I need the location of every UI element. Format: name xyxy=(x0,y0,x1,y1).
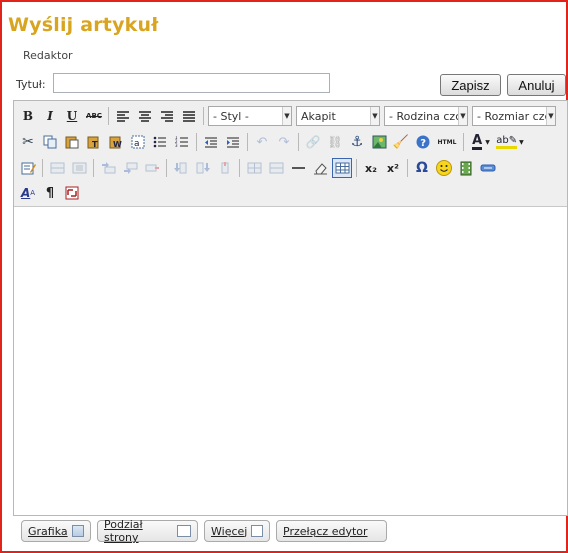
bullet-list-icon[interactable] xyxy=(150,132,170,152)
link-icon[interactable]: 🔗 xyxy=(303,132,323,152)
delete-col-icon[interactable] xyxy=(215,158,235,178)
bold-button[interactable]: B xyxy=(18,106,38,126)
italic-button[interactable]: I xyxy=(40,106,60,126)
editor-content-area[interactable] xyxy=(14,208,567,515)
cleanup-icon[interactable]: 🧹 xyxy=(391,132,411,152)
editor-subtitle: Redaktor xyxy=(23,49,73,62)
toggle-editor-button[interactable]: Przełącz edytor xyxy=(276,520,387,542)
title-input[interactable] xyxy=(53,73,330,93)
page-title: Wyślij artykuł xyxy=(8,14,159,36)
page-break-button[interactable]: Podział strony xyxy=(97,518,198,544)
show-blocks-icon[interactable]: ¶ xyxy=(40,183,60,203)
rich-text-editor: B I U ABC - Styl - ▼ Akapit ▼ - Rodzina … xyxy=(13,100,568,516)
editor-bottom-bar: Grafika Podział strony Więcej Przełącz e… xyxy=(21,518,387,544)
highlight-color-icon[interactable]: ab✎ ▼ xyxy=(496,132,524,152)
subscript-button[interactable]: x₂ xyxy=(361,158,381,178)
format-select[interactable]: Akapit ▼ xyxy=(296,106,380,126)
paste-word-icon[interactable]: W xyxy=(106,132,126,152)
select-all-icon[interactable]: a xyxy=(128,132,148,152)
insert-row-before-icon[interactable] xyxy=(98,158,118,178)
window-frame: Wyślij artykuł Redaktor Tytuł: Zapisz An… xyxy=(0,0,568,553)
insert-col-after-icon[interactable] xyxy=(193,158,213,178)
anchor-icon[interactable]: ⚓ xyxy=(347,132,367,152)
fullscreen-icon[interactable] xyxy=(62,183,82,203)
page-break-icon[interactable] xyxy=(478,158,498,178)
paste-icon[interactable] xyxy=(62,132,82,152)
align-justify-icon[interactable] xyxy=(179,106,199,126)
horizontal-rule-icon[interactable] xyxy=(288,158,308,178)
html-source-icon[interactable]: HTML xyxy=(435,132,459,152)
indent-icon[interactable] xyxy=(223,132,243,152)
read-more-icon xyxy=(251,525,263,537)
image-button[interactable]: Grafika xyxy=(21,520,91,542)
font-family-select[interactable]: - Rodzina czcionki -▼ xyxy=(384,106,468,126)
media-icon[interactable] xyxy=(456,158,476,178)
text-color-icon[interactable]: A ▼ xyxy=(468,132,494,152)
paste-text-icon[interactable]: T xyxy=(84,132,104,152)
edit-note-icon[interactable] xyxy=(18,158,38,178)
insert-row-after-icon[interactable] xyxy=(120,158,140,178)
undo-icon[interactable]: ↶ xyxy=(252,132,272,152)
strikethrough-button[interactable]: ABC xyxy=(84,106,104,126)
cut-icon[interactable]: ✂ xyxy=(18,132,38,152)
copy-icon[interactable] xyxy=(40,132,60,152)
more-button[interactable]: Więcej xyxy=(204,520,270,542)
numbered-list-icon[interactable]: 123 xyxy=(172,132,192,152)
delete-row-icon[interactable] xyxy=(142,158,162,178)
merge-cells-icon[interactable] xyxy=(266,158,286,178)
superscript-button[interactable]: x² xyxy=(383,158,403,178)
svg-text:a: a xyxy=(134,139,140,149)
svg-text:W: W xyxy=(113,140,122,149)
save-button[interactable]: Zapisz xyxy=(440,74,501,96)
image-icon xyxy=(71,525,84,537)
styles-icon[interactable]: AA xyxy=(18,183,38,203)
table-row-props-icon[interactable] xyxy=(47,158,67,178)
align-left-icon[interactable] xyxy=(113,106,133,126)
unlink-icon[interactable]: ⛓ xyxy=(325,132,345,152)
insert-col-before-icon[interactable] xyxy=(171,158,191,178)
remove-format-icon[interactable] xyxy=(310,158,330,178)
underline-button[interactable]: U xyxy=(62,106,82,126)
align-center-icon[interactable] xyxy=(135,106,155,126)
page-icon xyxy=(176,525,191,537)
svg-text:?: ? xyxy=(420,138,426,149)
cancel-button[interactable]: Anuluj xyxy=(507,74,566,96)
split-cells-icon[interactable] xyxy=(244,158,264,178)
insert-image-icon[interactable] xyxy=(369,132,389,152)
special-char-icon[interactable]: Ω xyxy=(412,158,432,178)
align-right-icon[interactable] xyxy=(157,106,177,126)
font-size-select[interactable]: - Rozmiar czcionki -▼ xyxy=(472,106,556,126)
outdent-icon[interactable] xyxy=(201,132,221,152)
title-label: Tytuł: xyxy=(16,78,46,91)
insert-table-icon[interactable] xyxy=(332,158,352,178)
editor-toolbar: B I U ABC - Styl - ▼ Akapit ▼ - Rodzina … xyxy=(14,101,567,207)
style-select[interactable]: - Styl - ▼ xyxy=(208,106,292,126)
redo-icon[interactable]: ↷ xyxy=(274,132,294,152)
svg-text:T: T xyxy=(92,140,98,149)
table-cell-props-icon[interactable] xyxy=(69,158,89,178)
emoticon-icon[interactable] xyxy=(434,158,454,178)
help-icon[interactable]: ? xyxy=(413,132,433,152)
svg-text:3: 3 xyxy=(175,143,178,148)
